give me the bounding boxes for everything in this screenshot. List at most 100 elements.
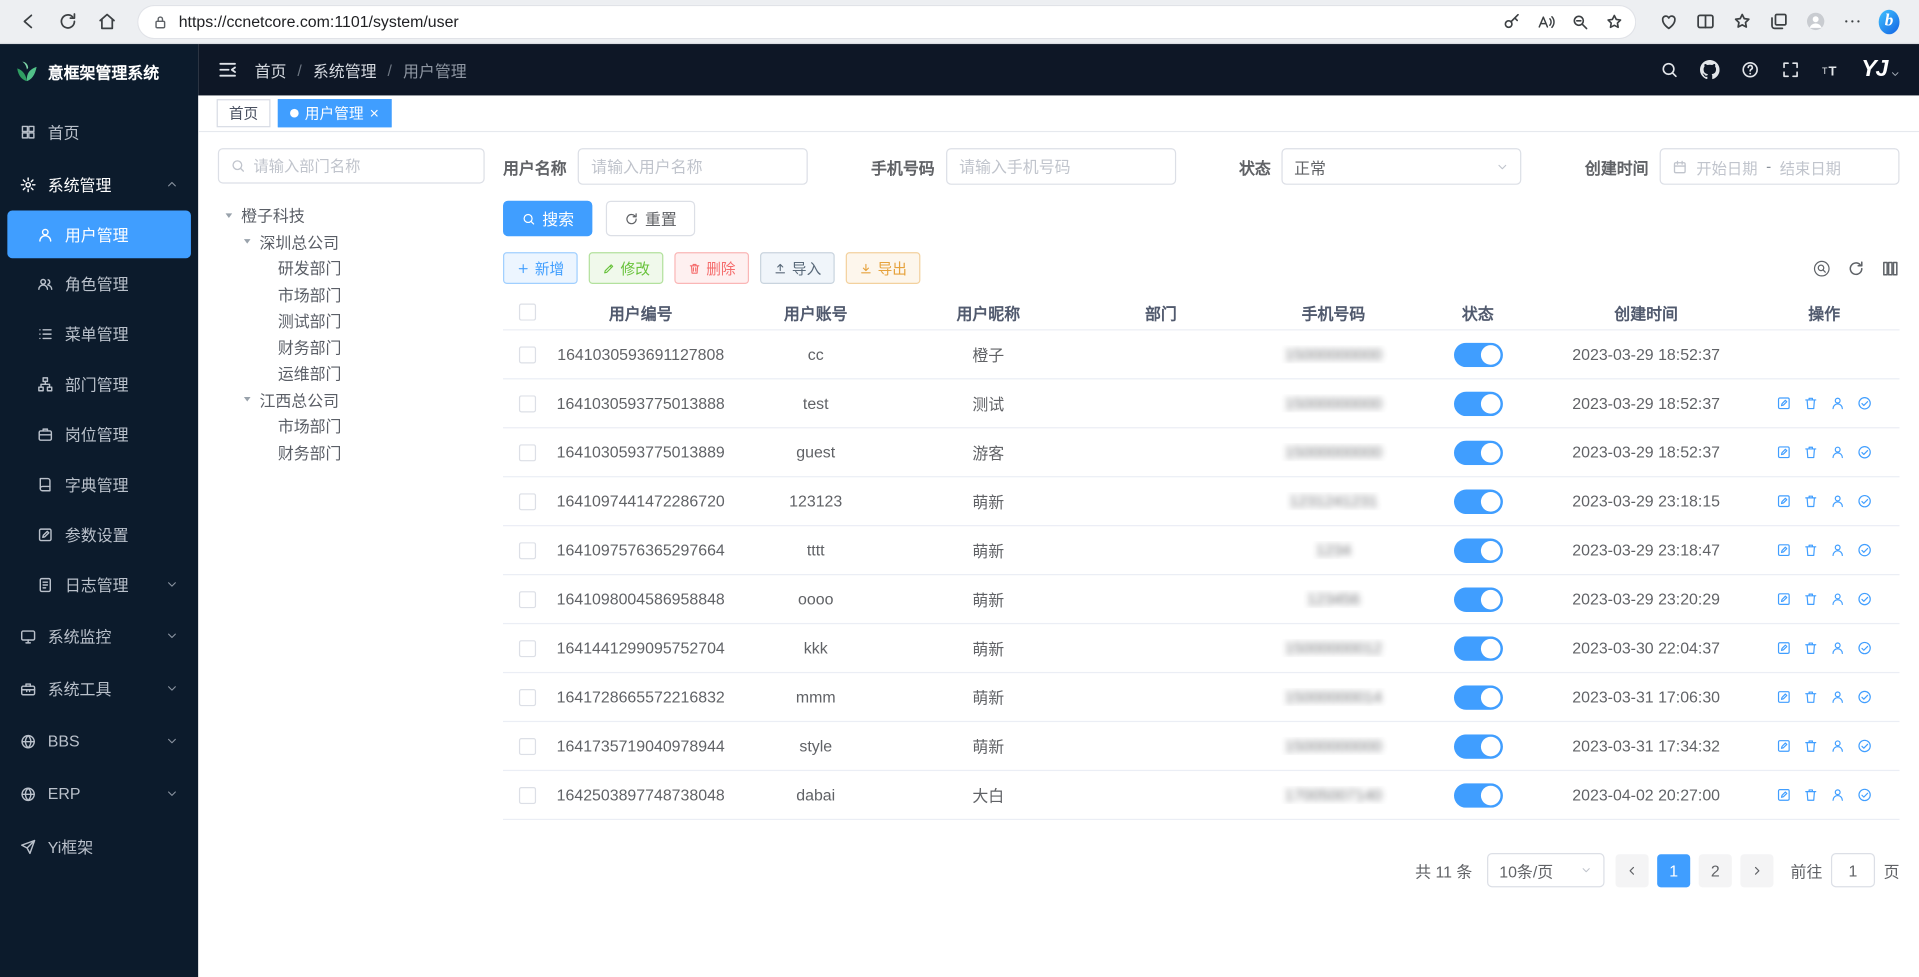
delete-op-icon[interactable]: [1803, 640, 1819, 656]
status-toggle[interactable]: [1453, 783, 1502, 807]
edit-button[interactable]: 修改: [589, 252, 664, 284]
favorites-icon[interactable]: [1732, 11, 1753, 32]
status-toggle[interactable]: [1453, 342, 1502, 366]
reset-button[interactable]: 重置: [606, 201, 695, 236]
reset-password-icon[interactable]: [1830, 689, 1846, 705]
assign-role-icon[interactable]: [1857, 640, 1873, 656]
menu-item-role-management[interactable]: 角色管理: [0, 258, 198, 308]
tab-close-icon[interactable]: ×: [370, 105, 379, 121]
status-toggle[interactable]: [1453, 636, 1502, 660]
menu-item-home[interactable]: 首页: [0, 105, 198, 158]
menu-item-system-monitor[interactable]: 系统监控: [0, 610, 198, 663]
delete-op-icon[interactable]: [1803, 787, 1819, 803]
edit-op-icon[interactable]: [1776, 493, 1792, 509]
page-button-1[interactable]: 1: [1657, 854, 1690, 887]
profile-avatar[interactable]: [1805, 11, 1826, 32]
reset-password-icon[interactable]: [1830, 787, 1846, 803]
assign-role-icon[interactable]: [1857, 591, 1873, 607]
dept-tree-node[interactable]: 财务部门: [218, 334, 485, 360]
menu-item-param-settings[interactable]: 参数设置: [0, 509, 198, 559]
dept-tree-node[interactable]: 江西总公司: [218, 386, 485, 412]
tab-home[interactable]: 首页: [217, 99, 271, 127]
menu-item-system-tools[interactable]: 系统工具: [0, 662, 198, 715]
page-size-select[interactable]: 10条/页: [1487, 853, 1604, 887]
delete-op-icon[interactable]: [1803, 542, 1819, 558]
edit-op-icon[interactable]: [1776, 738, 1792, 754]
dept-tree-node[interactable]: 财务部门: [218, 439, 485, 465]
delete-op-icon[interactable]: [1803, 444, 1819, 460]
row-checkbox[interactable]: [519, 542, 536, 559]
delete-button[interactable]: 删除: [674, 252, 749, 284]
browser-essentials-icon[interactable]: [1658, 11, 1679, 32]
row-checkbox[interactable]: [519, 639, 536, 656]
row-checkbox[interactable]: [519, 444, 536, 461]
row-checkbox[interactable]: [519, 591, 536, 608]
more-icon[interactable]: [1842, 11, 1863, 32]
browser-refresh-button[interactable]: [49, 3, 86, 40]
dept-tree-node[interactable]: 运维部门: [218, 360, 485, 386]
columns-icon[interactable]: [1881, 259, 1899, 277]
goto-page-input[interactable]: [1831, 853, 1875, 887]
menu-item-yi-framework[interactable]: Yi框架: [0, 820, 198, 873]
reset-password-icon[interactable]: [1830, 640, 1846, 656]
page-button-2[interactable]: 2: [1699, 854, 1732, 887]
fullscreen-icon[interactable]: [1780, 60, 1800, 80]
split-screen-icon[interactable]: [1695, 11, 1716, 32]
edit-op-icon[interactable]: [1776, 591, 1792, 607]
browser-home-button[interactable]: [88, 3, 125, 40]
menu-item-erp[interactable]: ERP: [0, 767, 198, 820]
menu-item-menu-management[interactable]: 菜单管理: [0, 308, 198, 358]
edit-op-icon[interactable]: [1776, 444, 1792, 460]
tab-user-management[interactable]: 用户管理×: [278, 99, 391, 127]
phone-input[interactable]: [946, 148, 1176, 185]
username-input[interactable]: [578, 148, 808, 185]
refresh-icon[interactable]: [1847, 259, 1865, 277]
select-all-checkbox[interactable]: [519, 304, 536, 321]
menu-item-dict-management[interactable]: 字典管理: [0, 459, 198, 509]
sidebar-collapse-icon[interactable]: [217, 59, 239, 81]
add-button[interactable]: 新增: [503, 252, 578, 284]
status-toggle[interactable]: [1453, 391, 1502, 415]
site-info-lock-icon[interactable]: [152, 13, 169, 30]
reset-password-icon[interactable]: [1830, 738, 1846, 754]
status-toggle[interactable]: [1453, 538, 1502, 562]
dept-tree-node[interactable]: 深圳总公司: [218, 228, 485, 254]
row-checkbox[interactable]: [519, 737, 536, 754]
delete-op-icon[interactable]: [1803, 689, 1819, 705]
row-checkbox[interactable]: [519, 346, 536, 363]
reset-password-icon[interactable]: [1830, 493, 1846, 509]
edit-op-icon[interactable]: [1776, 542, 1792, 558]
breadcrumb-item[interactable]: 系统管理: [313, 58, 377, 81]
browser-back-button[interactable]: [10, 3, 47, 40]
search-circle-icon[interactable]: [1813, 259, 1831, 277]
search-button[interactable]: 搜索: [503, 201, 592, 236]
edit-op-icon[interactable]: [1776, 787, 1792, 803]
import-button[interactable]: 导入: [760, 252, 835, 284]
read-aloud-icon[interactable]: [1536, 12, 1556, 32]
delete-op-icon[interactable]: [1803, 395, 1819, 411]
status-toggle[interactable]: [1453, 685, 1502, 709]
menu-item-user-management[interactable]: 用户管理: [7, 211, 191, 259]
copilot-icon[interactable]: b: [1879, 11, 1900, 32]
row-checkbox[interactable]: [519, 493, 536, 510]
edit-op-icon[interactable]: [1776, 640, 1792, 656]
status-toggle[interactable]: [1453, 489, 1502, 513]
status-toggle[interactable]: [1453, 440, 1502, 464]
assign-role-icon[interactable]: [1857, 395, 1873, 411]
assign-role-icon[interactable]: [1857, 542, 1873, 558]
delete-op-icon[interactable]: [1803, 738, 1819, 754]
dept-search-input[interactable]: [253, 157, 472, 174]
edit-op-icon[interactable]: [1776, 395, 1792, 411]
assign-role-icon[interactable]: [1857, 738, 1873, 754]
next-page-button[interactable]: [1740, 854, 1773, 887]
help-icon[interactable]: [1740, 60, 1760, 80]
row-checkbox[interactable]: [519, 395, 536, 412]
assign-role-icon[interactable]: [1857, 787, 1873, 803]
delete-op-icon[interactable]: [1803, 493, 1819, 509]
menu-item-dept-management[interactable]: 部门管理: [0, 359, 198, 409]
assign-role-icon[interactable]: [1857, 493, 1873, 509]
user-logo[interactable]: YJ: [1861, 56, 1900, 83]
github-icon[interactable]: [1700, 60, 1720, 80]
reset-password-icon[interactable]: [1830, 591, 1846, 607]
password-key-icon[interactable]: [1502, 12, 1522, 32]
